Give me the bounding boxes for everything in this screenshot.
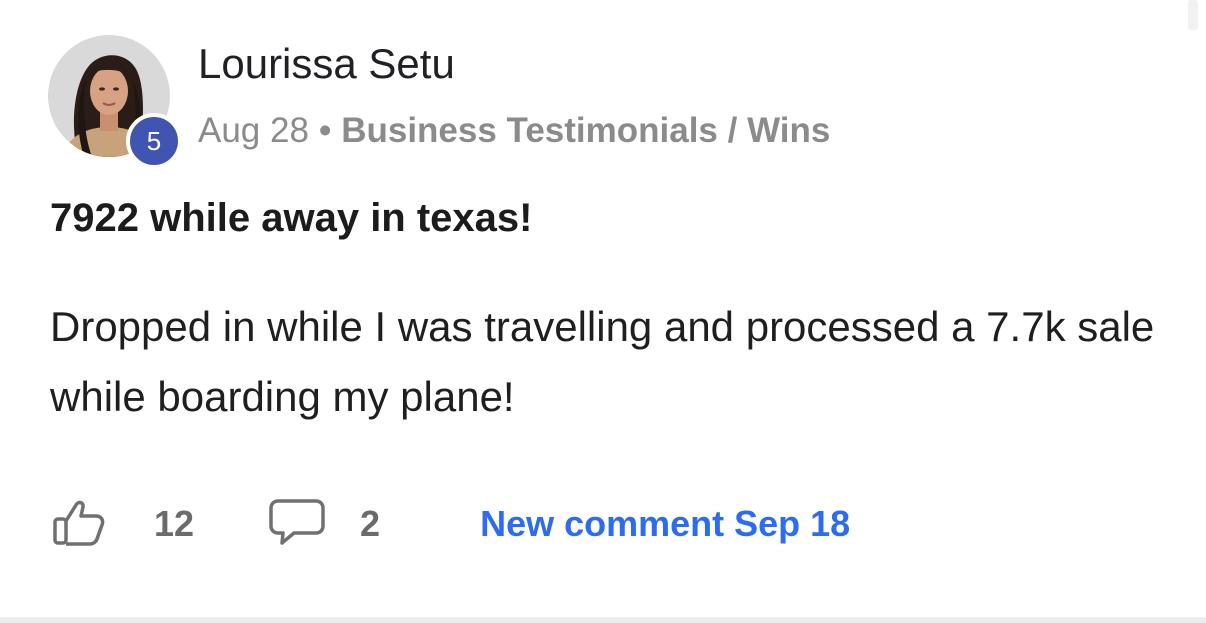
new-comment-link[interactable]: New comment Sep 18 (480, 503, 850, 545)
speech-bubble-icon (268, 498, 326, 551)
divider (0, 617, 1206, 623)
post-body[interactable]: Dropped in while I was travelling and pr… (50, 292, 1160, 432)
like-count: 12 (154, 503, 195, 544)
post-title[interactable]: 7922 while away in texas! (50, 196, 532, 241)
comment-button[interactable]: 2 (268, 498, 380, 551)
post-meta: Aug 28 • Business Testimonials / Wins (198, 111, 830, 151)
comment-count: 2 (360, 503, 381, 544)
post-body-text: Dropped in while I was travelling and pr… (50, 303, 1155, 420)
post-date[interactable]: Aug 28 (198, 111, 309, 151)
level-badge: 5 (126, 113, 182, 169)
author-name[interactable]: Lourissa Setu (198, 40, 455, 88)
post-category[interactable]: Business Testimonials / Wins (341, 111, 830, 151)
post-actions: 12 2 New comment Sep 18 (52, 498, 850, 550)
scrollbar[interactable] (1188, 0, 1198, 30)
author-avatar-group[interactable]: 5 (48, 35, 182, 169)
meta-separator: • (318, 111, 332, 150)
like-button[interactable]: 12 (52, 497, 194, 552)
thumbs-up-icon (52, 497, 106, 552)
post-card[interactable]: 5 Lourissa Setu Aug 28 • Business Testim… (0, 0, 1206, 623)
